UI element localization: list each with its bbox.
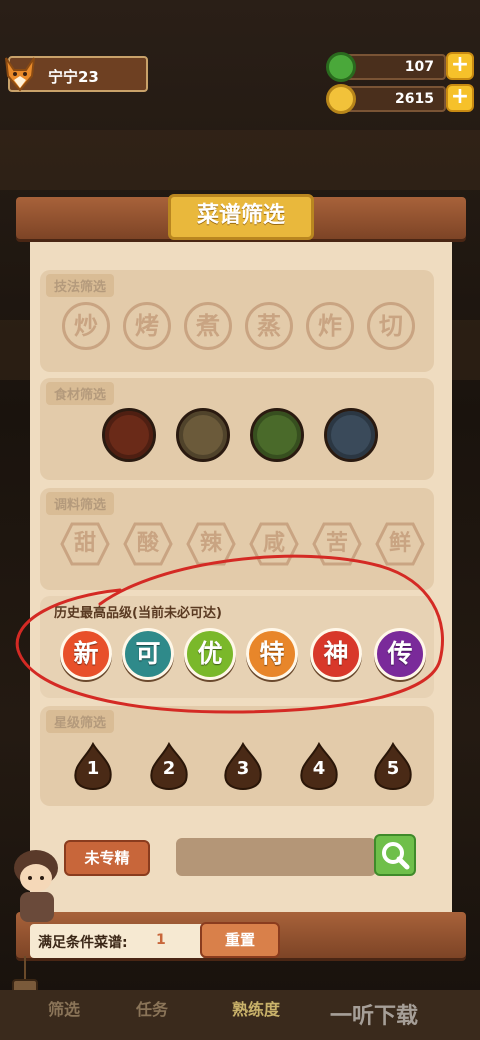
hand-drawn-circle-annotation: [15, 554, 444, 714]
